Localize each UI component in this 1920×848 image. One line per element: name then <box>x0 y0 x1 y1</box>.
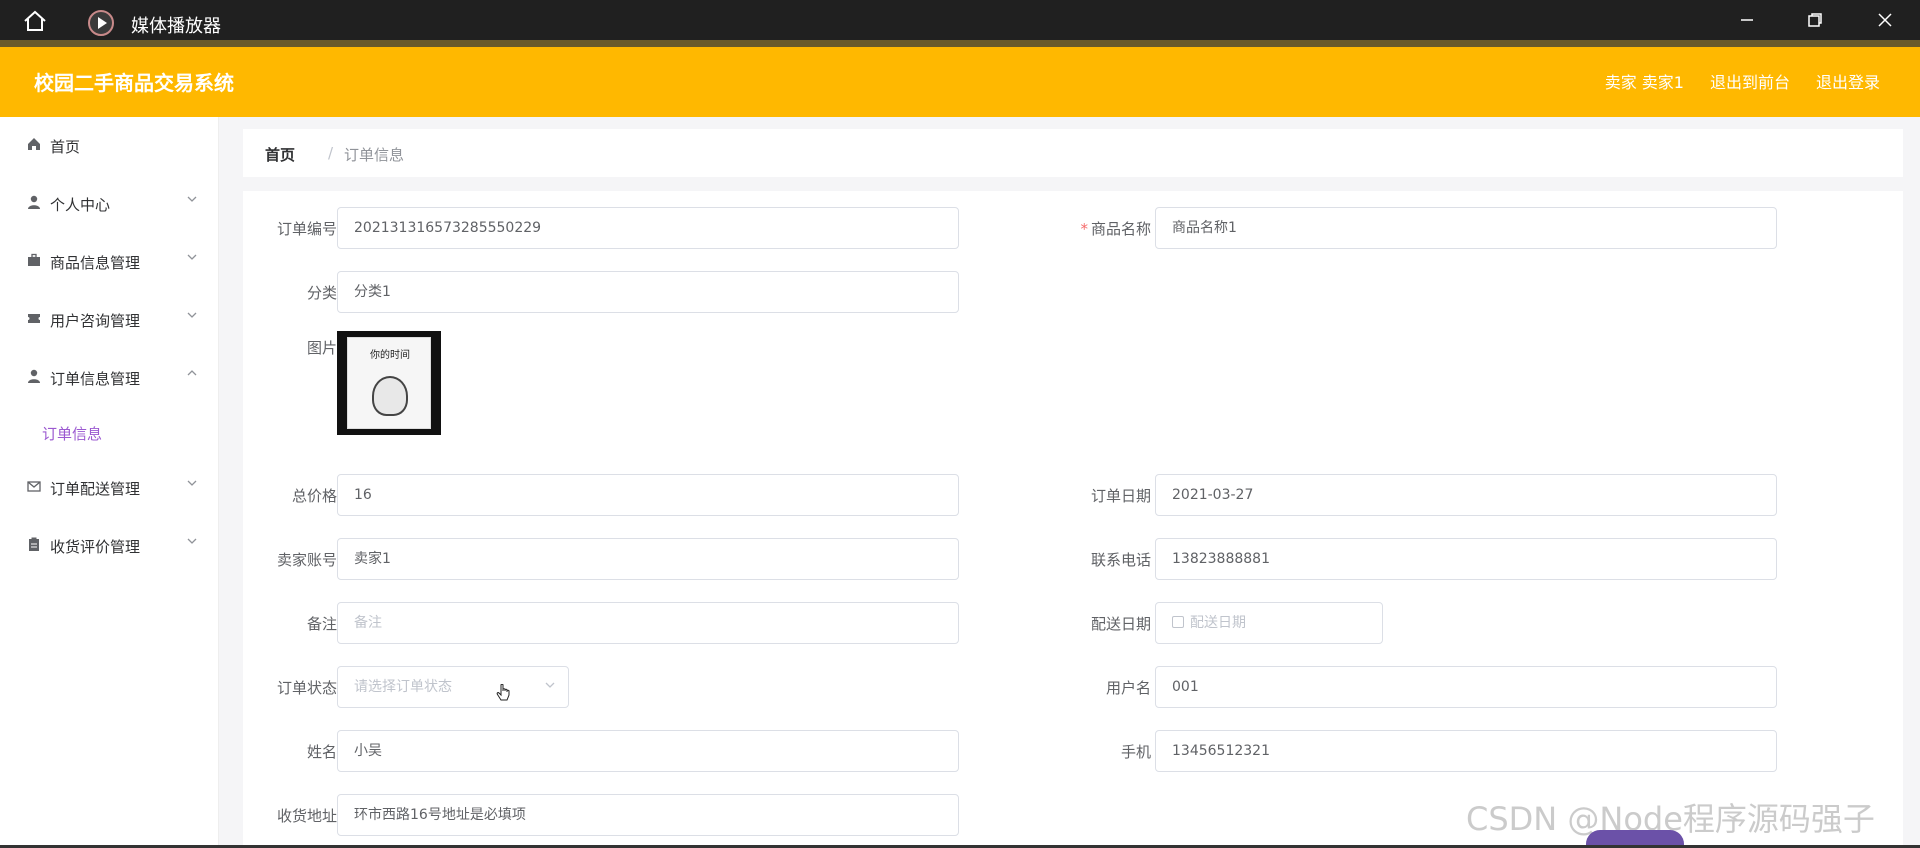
sidebar-item-label: 首页 <box>50 138 81 156</box>
sidebar-item-label: 用户咨询管理 <box>50 312 141 330</box>
name-label: 姓名 <box>306 743 337 761</box>
order-status-label: 订单状态 <box>276 679 337 697</box>
delivery-date-placeholder: 配送日期 <box>1190 615 1246 631</box>
sidebar-item-label: 商品信息管理 <box>50 254 141 272</box>
chevron-down-icon <box>544 667 556 707</box>
main-content: 首页 / 订单信息 订单编号 202131316573285550229 * 商品… <box>219 117 1920 848</box>
sidebar: 首页 个人中心 商品信息管理 用户咨询管理 订单信息管理 订单信息 订单配送管理… <box>0 117 218 848</box>
minimize-icon[interactable] <box>1732 8 1762 34</box>
product-name-label: * 商品名称 <box>1080 220 1151 238</box>
order-status-select[interactable]: 请选择订单状态 <box>337 666 569 708</box>
order-date-input[interactable]: 2021-03-27 <box>1155 474 1777 516</box>
order-date-label: 订单日期 <box>1090 487 1151 505</box>
ticket-icon <box>26 311 42 327</box>
user-icon <box>26 369 42 385</box>
exit-to-front-link[interactable]: 退出到前台 <box>1710 69 1790 93</box>
product-image[interactable]: 你的时间 <box>337 331 441 435</box>
sidebar-item-review-management[interactable]: 收货评价管理 <box>0 517 218 575</box>
total-price-label: 总价格 <box>291 487 337 505</box>
sidebar-item-order-management[interactable]: 订单信息管理 <box>0 349 218 407</box>
required-marker: * <box>1080 220 1088 238</box>
app-header: 校园二手商品交易系统 卖家 卖家1 退出到前台 退出登录 <box>0 47 1920 117</box>
close-icon[interactable] <box>1870 8 1900 34</box>
product-name-input[interactable]: 商品名称1 <box>1155 207 1777 249</box>
breadcrumb-current: 订单信息 <box>344 146 405 164</box>
sidebar-item-home[interactable]: 首页 <box>0 117 218 175</box>
remark-label: 备注 <box>306 615 337 633</box>
order-no-label: 订单编号 <box>276 220 337 238</box>
address-label: 收货地址 <box>276 807 337 825</box>
delivery-date-picker[interactable]: 配送日期 <box>1155 602 1383 644</box>
briefcase-icon <box>26 253 42 269</box>
media-player-icon <box>88 10 114 36</box>
image-label: 图片 <box>306 339 337 357</box>
sidebar-item-personal-center[interactable]: 个人中心 <box>0 175 218 233</box>
clipboard-icon <box>26 537 42 553</box>
sidebar-item-label: 收货评价管理 <box>50 538 141 556</box>
sidebar-item-delivery-management[interactable]: 订单配送管理 <box>0 459 218 517</box>
delivery-date-label: 配送日期 <box>1090 615 1151 633</box>
chevron-down-icon <box>186 309 198 324</box>
sidebar-subitem-order-info[interactable]: 订单信息 <box>0 407 218 457</box>
chevron-down-icon <box>186 477 198 492</box>
mobile-label: 手机 <box>1120 743 1151 761</box>
seller-account-label: 卖家账号 <box>276 551 337 569</box>
mobile-input[interactable]: 13456512321 <box>1155 730 1777 772</box>
contact-phone-label: 联系电话 <box>1090 551 1151 569</box>
breadcrumb-home[interactable]: 首页 <box>265 144 295 165</box>
breadcrumb: 首页 / 订单信息 <box>243 129 1903 177</box>
sidebar-item-label: 个人中心 <box>50 196 111 214</box>
address-input[interactable]: 环市西路16号地址是必填项 <box>337 794 959 836</box>
contact-phone-input[interactable]: 13823888881 <box>1155 538 1777 580</box>
name-input[interactable]: 小吴 <box>337 730 959 772</box>
current-user-label: 卖家 卖家1 <box>1604 73 1684 92</box>
chevron-down-icon <box>186 251 198 266</box>
home-icon[interactable] <box>22 10 48 32</box>
book-cover: 你的时间 <box>347 337 431 429</box>
total-price-input[interactable]: 16 <box>337 474 959 516</box>
sidebar-item-consultation-management[interactable]: 用户咨询管理 <box>0 291 218 349</box>
order-no-input[interactable]: 202131316573285550229 <box>337 207 959 249</box>
sidebar-item-label: 订单信息管理 <box>50 370 141 388</box>
restore-icon[interactable] <box>1800 8 1830 34</box>
player-title-bar: 媒体播放器 <box>0 0 1920 40</box>
sidebar-item-label: 订单配送管理 <box>50 480 141 498</box>
remark-input[interactable]: 备注 <box>337 602 959 644</box>
book-title: 你的时间 <box>370 350 410 361</box>
calendar-icon <box>1172 616 1184 628</box>
logout-link[interactable]: 退出登录 <box>1816 69 1880 93</box>
home-icon <box>26 137 42 153</box>
category-label: 分类 <box>306 284 337 302</box>
chevron-down-icon <box>186 535 198 550</box>
category-input[interactable]: 分类1 <box>337 271 959 313</box>
breadcrumb-separator: / <box>328 144 334 162</box>
app-brand: 校园二手商品交易系统 <box>34 71 234 95</box>
order-form: 订单编号 202131316573285550229 * 商品名称 商品名称1 分… <box>243 191 1903 848</box>
mail-icon <box>26 479 42 495</box>
username-label: 用户名 <box>1105 679 1151 697</box>
sidebar-item-product-management[interactable]: 商品信息管理 <box>0 233 218 291</box>
head-illustration <box>372 376 408 416</box>
hand-cursor-icon <box>496 684 510 701</box>
chevron-down-icon <box>186 193 198 208</box>
user-icon <box>26 195 42 211</box>
seller-account-input[interactable]: 卖家1 <box>337 538 959 580</box>
sidebar-subitem-label: 订单信息 <box>42 425 103 443</box>
player-title: 媒体播放器 <box>131 16 221 37</box>
chevron-up-icon <box>186 367 198 382</box>
username-input[interactable]: 001 <box>1155 666 1777 708</box>
order-status-placeholder: 请选择订单状态 <box>354 679 452 695</box>
accent-strip <box>0 40 1920 47</box>
